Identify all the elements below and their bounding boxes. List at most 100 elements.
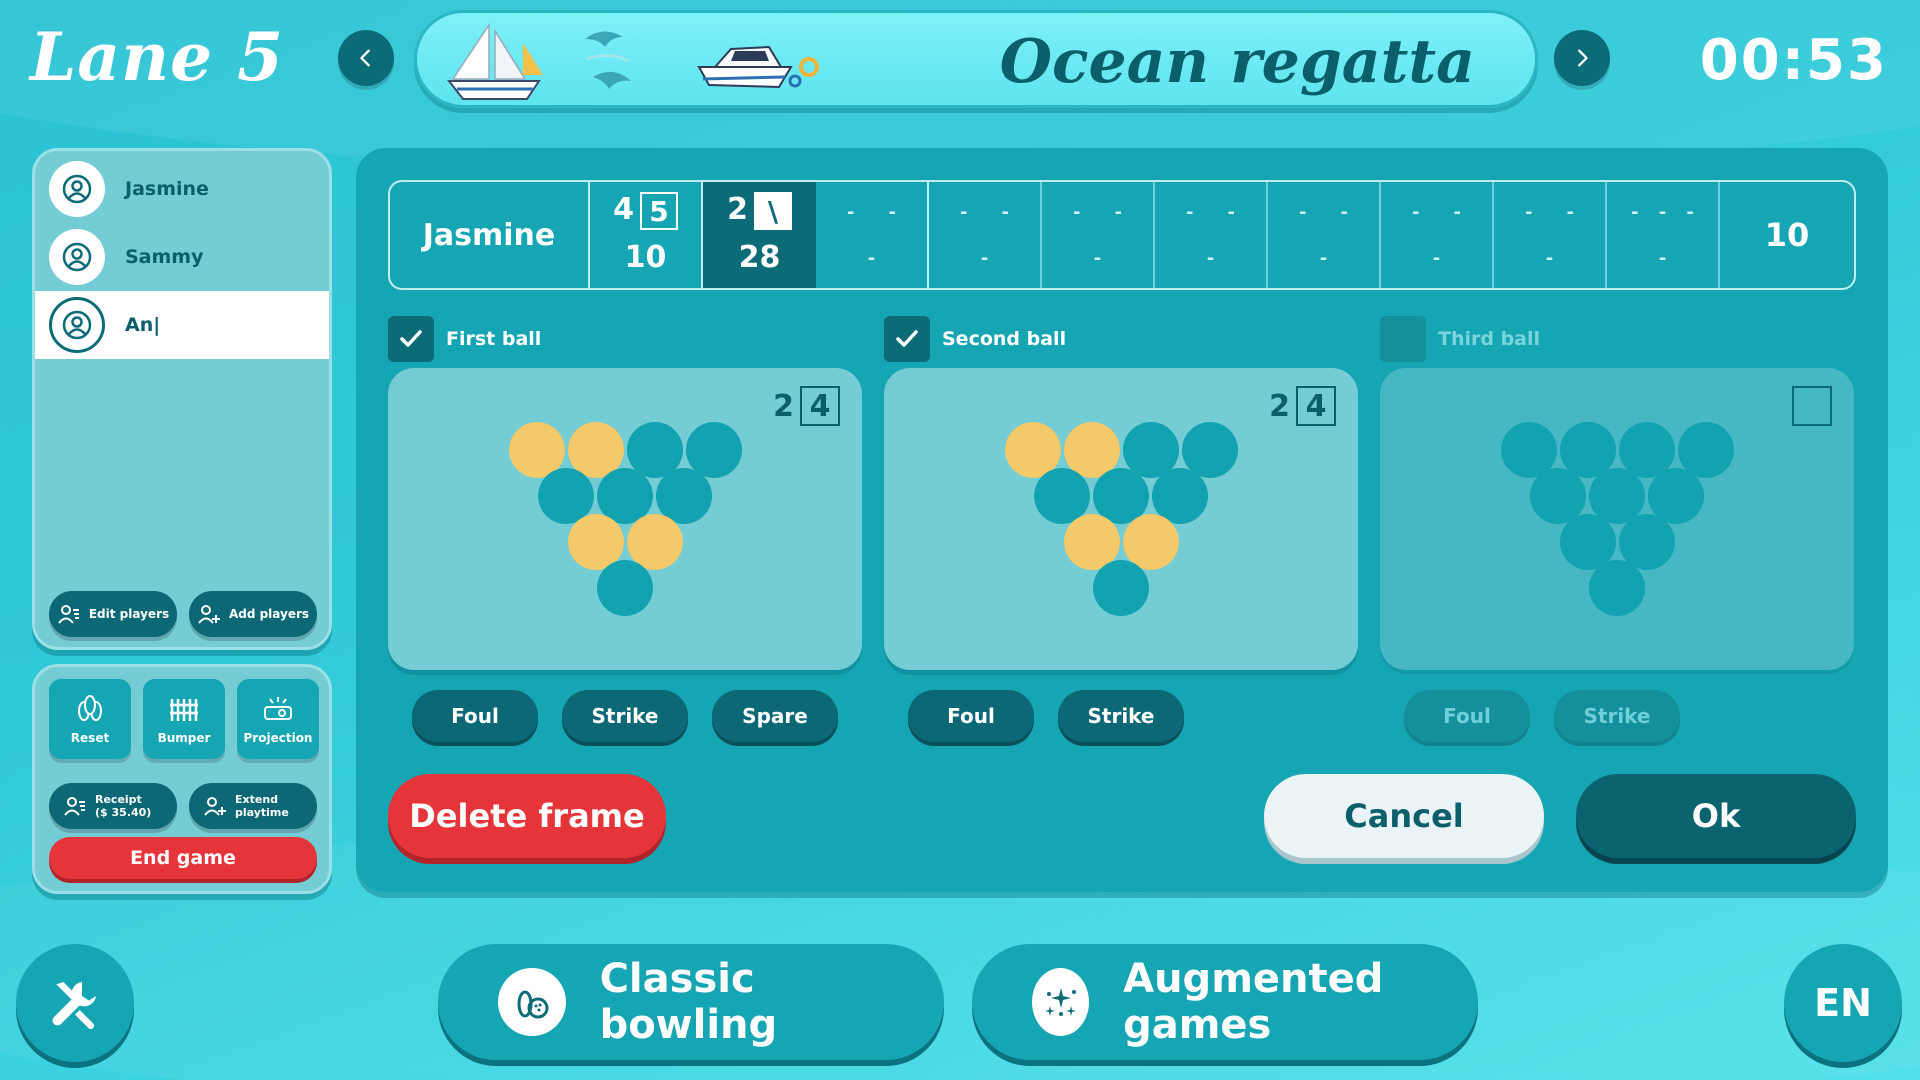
frame-empty-rolls: --- [1607,202,1718,223]
frame-empty-total: - [1545,248,1554,269]
edit-players-button[interactable]: Edit players [49,591,177,637]
bowling-icon-wrap [498,968,566,1036]
frame-6[interactable]: --- [1155,182,1268,288]
third-ball-foul-button[interactable]: Foul [1404,690,1530,742]
frame-3[interactable]: --- [816,182,929,288]
first-ball-foul-button[interactable]: Foul [412,690,538,742]
frame-empty-total: - [1658,248,1667,269]
user-circle-icon [62,310,92,340]
frame-empty-mark: - [1340,202,1348,223]
reset-button[interactable]: Reset [49,679,131,759]
projector-icon [264,697,292,720]
third-ball-checkbox[interactable] [1380,316,1426,362]
frame-1[interactable]: 4 5 10 [590,182,703,288]
pin-count-box: 4 [800,386,840,426]
settings-button[interactable] [16,944,134,1062]
tools-panel: Reset Bumper Projection Receipt ($ 35.40)… [32,664,332,894]
frame-2-current[interactable]: 2 \ 28 [703,182,816,288]
checkmark-icon [400,330,422,347]
pin-10-standing[interactable] [597,560,653,616]
frame-empty-mark: - [1566,202,1574,223]
first-ball-pins: 2 4 [388,368,862,670]
sparkle-ball-icon-wrap [1032,968,1090,1036]
edit-frame-dialog: Jasmine 4 5 10 2 \ 28 ------------------… [356,148,1888,892]
bowling-icon [517,990,549,1019]
user-circle-icon [62,174,92,204]
cancel-button[interactable]: Cancel [1264,774,1544,858]
third-ball-header[interactable]: Third ball [1380,316,1540,362]
game-timer: 00:53 [1699,28,1888,93]
delete-frame-button[interactable]: Delete frame [388,774,666,858]
theme-name: Ocean regatta [999,27,1475,97]
pin-10-standing [1589,560,1645,616]
next-theme-button[interactable] [1554,30,1610,86]
pin-count-box-empty [1792,386,1832,426]
frame-empty-mark: - [1227,202,1235,223]
ok-button[interactable]: Ok [1576,774,1856,858]
frame-9[interactable]: --- [1494,182,1607,288]
chevron-left-icon [360,49,370,67]
theme-banner[interactable]: Ocean regatta [414,10,1538,108]
second-ball-header[interactable]: Second ball [884,316,1066,362]
first-ball-label: First ball [446,328,542,350]
second-ball-checkbox[interactable] [884,316,930,362]
frame-5[interactable]: --- [1042,182,1155,288]
second-ball-pins: 2 4 [884,368,1358,670]
first-ball-spare-button[interactable]: Spare [712,690,838,742]
scorecard-player-name: Jasmine [390,182,590,288]
add-players-button[interactable]: Add players [189,591,317,637]
player-row-new[interactable]: An| [35,291,329,359]
pin-10-standing[interactable] [1093,560,1149,616]
user-circle-icon [62,242,92,272]
frame-empty-mark: - [847,202,855,223]
end-game-button[interactable]: End game [49,837,317,879]
avatar [49,229,105,285]
extend-label-2: playtime [235,806,289,819]
player-row-sammy[interactable]: Sammy [35,223,329,291]
reset-label: Reset [70,731,110,745]
classic-bowling-label: Classic bowling [599,956,778,1048]
player-row-jasmine[interactable]: Jasmine [35,155,329,223]
frame-empty-total: - [1319,248,1328,269]
frame-empty-total: - [980,248,989,269]
receipt-label: Receipt [95,793,142,806]
third-ball-pins [1380,368,1854,670]
first-ball-strike-button[interactable]: Strike [562,690,688,742]
bumper-button[interactable]: Bumper [143,679,225,759]
frame-empty-mark: - [1658,202,1667,223]
frame-roll-box: 5 [639,192,678,230]
first-ball-header[interactable]: First ball [388,316,541,362]
third-ball-strike-button[interactable]: Strike [1554,690,1680,742]
frame-4[interactable]: --- [929,182,1042,288]
frame-10[interactable]: ---- [1607,182,1720,288]
frame-empty-rolls: -- [1494,202,1605,223]
projection-button[interactable]: Projection [237,679,319,759]
second-ball-foul-button[interactable]: Foul [908,690,1034,742]
extend-playtime-button[interactable]: Extend playtime [189,783,317,829]
frame-7[interactable]: --- [1268,182,1381,288]
classic-bowling-button[interactable]: Classic bowling [438,944,944,1060]
player-name: Jasmine [125,178,209,200]
add-user-icon [204,797,226,816]
first-ball-checkbox[interactable] [388,316,434,362]
pin-count [1792,386,1832,426]
frame-8[interactable]: --- [1381,182,1494,288]
scorecard-final-total: 10 [1764,216,1810,254]
player-name-input[interactable]: An| [125,314,160,336]
second-ball-strike-button[interactable]: Strike [1058,690,1184,742]
receipt-button[interactable]: Receipt ($ 35.40) [49,783,177,829]
avatar [49,297,105,353]
frame-empty-rolls: -- [1381,202,1492,223]
frame-roll: 2 [727,192,748,227]
augmented-games-button[interactable]: Augmented games [972,944,1478,1060]
frame-empty-mark: - [1453,202,1461,223]
lane-title: Lane 5 [30,18,285,96]
avatar [49,161,105,217]
receipt-user-icon [64,797,85,816]
language-button[interactable]: EN [1784,944,1902,1062]
receipt-amount: ($ 35.40) [95,806,152,819]
frame-empty-mark: - [1525,202,1533,223]
frame-roll: 4 [613,192,634,227]
frame-empty-rolls: -- [1042,202,1153,223]
previous-theme-button[interactable] [338,30,394,86]
